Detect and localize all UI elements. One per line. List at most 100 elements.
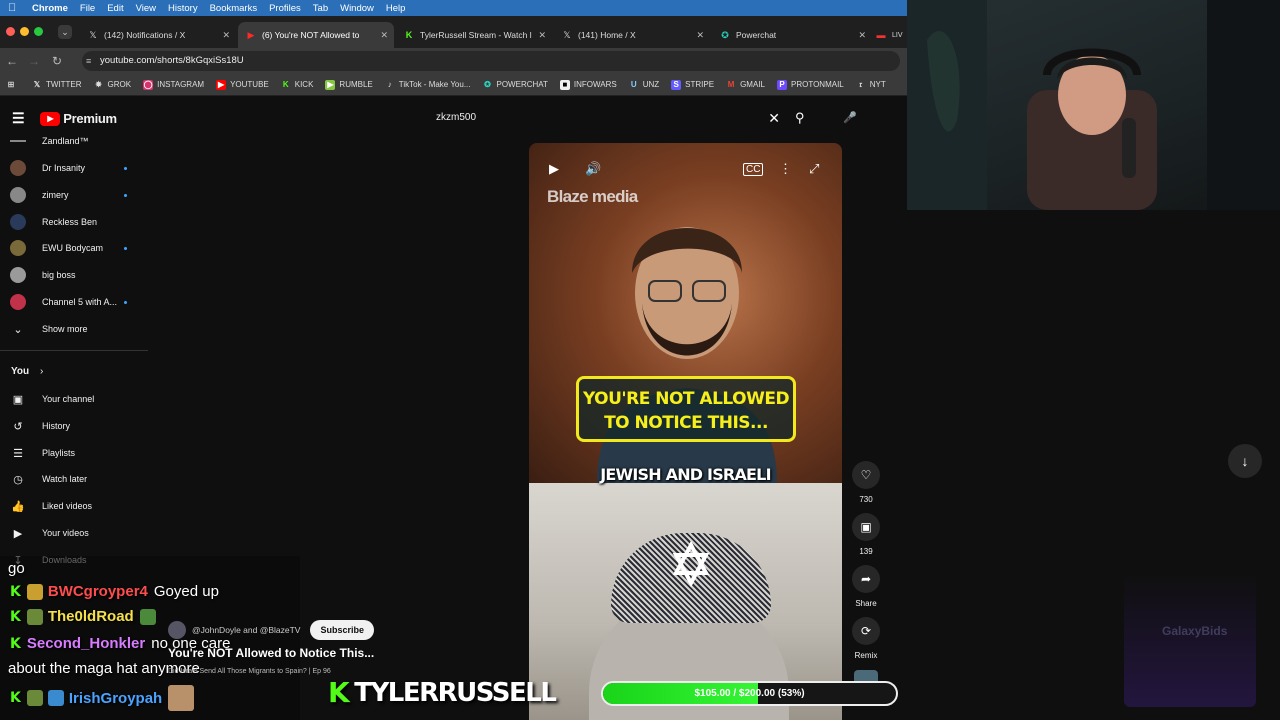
remix-button[interactable]: ⟳ <box>852 617 880 645</box>
bookmark-twitter[interactable]: 𝕏 TWITTER <box>32 80 82 90</box>
show-more-button[interactable]: ⌄ Show more <box>10 319 135 339</box>
sidebar-subscription-item[interactable]: EWU Bodycam <box>10 238 135 258</box>
sidebar-subscription-item[interactable]: Channel 5 with A... <box>10 292 135 312</box>
url-input[interactable]: ≡ youtube.com/shorts/8kGqxiSs18U <box>82 51 900 71</box>
tab-home-x[interactable]: 𝕏 (141) Home / X ✕ <box>554 22 710 48</box>
tab-strip: ⌄ 𝕏 (142) Notifications / X ✕ ▶ (6) You'… <box>0 16 907 48</box>
sponsor-watermark: GalaxyBids <box>1124 572 1256 707</box>
bookmark-stripe[interactable]: S STRIPE <box>671 79 714 90</box>
sidebar-item-your-videos[interactable]: ▶ Your videos <box>10 523 135 543</box>
clear-search-icon[interactable]: ✕ <box>768 106 780 130</box>
badge-icon <box>26 583 43 600</box>
reload-icon[interactable]: ↻ <box>52 54 62 68</box>
site-info-icon[interactable]: ≡ <box>86 51 91 71</box>
menu-app-name[interactable]: Chrome <box>32 3 68 14</box>
bookmark-protonmail[interactable]: P PROTONMAIL <box>776 79 844 90</box>
bookmark-unz[interactable]: U UNZ <box>629 80 659 90</box>
volume-icon[interactable]: 🔊 <box>585 161 601 177</box>
like-button[interactable]: ♡ <box>852 461 880 489</box>
menu-tab[interactable]: Tab <box>313 3 328 14</box>
sidebar-subscription-item[interactable]: Reckless Ben <box>10 212 135 232</box>
tab-close-icon[interactable]: ✕ <box>222 30 230 41</box>
tab-close-icon[interactable]: ✕ <box>858 30 866 41</box>
short-channel[interactable]: @JohnDoyle and @BlazeTV <box>192 625 300 635</box>
streamer-webcam <box>907 0 1280 210</box>
captions-icon[interactable]: CC <box>743 163 764 176</box>
sidebar-subscription-item[interactable]: Dr Insanity <box>10 158 135 178</box>
microphone-icon[interactable]: 🎤 <box>840 108 860 128</box>
bookmark-gmail[interactable]: M GMAIL <box>726 80 765 90</box>
apple-menu-icon[interactable]:  <box>8 2 22 14</box>
video-caption-box: YOU'RE NOT ALLOWED TO NOTICE THIS... <box>576 376 796 442</box>
bookmark-instagram[interactable]: ◯ INSTAGRAM <box>143 79 204 90</box>
shorts-player[interactable]: Blaze media ▶ 🔊 CC ⋮ ⤢ YOU'RE NOT ALLOWE… <box>529 143 842 720</box>
bookmark-kick[interactable]: K KICK <box>281 80 314 90</box>
next-short-arrow-down-icon[interactable]: ↓ <box>1228 444 1262 478</box>
sidebar-subscription-item[interactable]: Zandland™ <box>10 131 135 151</box>
sidebar-subscription-item[interactable]: zimery <box>10 185 135 205</box>
you-section-heading[interactable]: You › <box>11 366 43 377</box>
bookmark-youtube[interactable]: ▶ YOUTUBE <box>216 79 269 90</box>
menu-history[interactable]: History <box>168 3 198 14</box>
bookmark-rumble[interactable]: ▶ RUMBLE <box>325 79 373 90</box>
donation-goal-bar: $105.00 / $200.00 (53%) <box>601 681 898 706</box>
zoom-window-button[interactable] <box>34 27 43 36</box>
tab-search-icon[interactable]: ⌄ <box>58 25 72 39</box>
menu-window[interactable]: Window <box>340 3 374 14</box>
webcam-scene <box>907 0 1280 210</box>
sidebar-subscription-item[interactable]: big boss <box>10 265 135 285</box>
chat-message: K The0ldRoad <box>10 608 161 625</box>
subscribe-button[interactable]: Subscribe <box>310 620 374 640</box>
bookmark-powerchat[interactable]: ✪ POWERCHAT <box>483 80 548 90</box>
tab-youtube-short[interactable]: ▶ (6) You're NOT Allowed to ✕ <box>238 22 394 48</box>
menu-profiles[interactable]: Profiles <box>269 3 301 14</box>
youtube-logo[interactable]: ☰ ▶ Premium <box>12 110 117 127</box>
menu-view[interactable]: View <box>136 3 156 14</box>
menu-bookmarks[interactable]: Bookmarks <box>210 3 258 14</box>
forward-arrow-icon[interactable]: → <box>28 54 40 68</box>
tab-live[interactable]: ▬ LIV <box>872 22 907 48</box>
sidebar-item-liked-videos[interactable]: 👍 Liked videos <box>10 496 135 516</box>
minimize-window-button[interactable] <box>20 27 29 36</box>
kick-icon: K <box>10 635 21 652</box>
share-button[interactable]: ➦ <box>852 565 880 593</box>
menu-help[interactable]: Help <box>386 3 406 14</box>
thumb-up-icon: 👍 <box>11 500 25 513</box>
tab-close-icon[interactable]: ✕ <box>380 30 388 41</box>
tab-close-icon[interactable]: ✕ <box>696 30 704 41</box>
search-input[interactable]: zkzm500 ✕ <box>424 106 792 130</box>
tab-kick-stream[interactable]: K TylerRussell Stream - Watch l ✕ <box>396 22 552 48</box>
search-icon[interactable]: ⚲ <box>795 106 815 130</box>
back-arrow-icon[interactable]: ← <box>6 54 18 68</box>
blaze-media-watermark: Blaze media <box>547 187 638 206</box>
badge-icon <box>26 608 43 625</box>
close-window-button[interactable] <box>6 27 15 36</box>
channel-avatar[interactable] <box>168 621 186 639</box>
more-vert-icon[interactable]: ⋮ <box>779 161 792 177</box>
bookmark-grok[interactable]: ✸ GROK <box>94 80 131 90</box>
tab-notifications-x[interactable]: 𝕏 (142) Notifications / X ✕ <box>80 22 236 48</box>
tab-close-icon[interactable]: ✕ <box>538 30 546 41</box>
chat-message: K IrishGroypah <box>10 685 199 711</box>
hamburger-menu-icon[interactable]: ☰ <box>12 110 25 127</box>
bookmark-tiktok[interactable]: ♪ TikTok - Make You... <box>385 80 471 90</box>
fullscreen-icon[interactable]: ⤢ <box>809 161 819 177</box>
sidebar-item-history[interactable]: ↺ History <box>10 416 135 436</box>
comment-button[interactable]: ▣ <box>852 513 880 541</box>
sidebar-item-your-channel[interactable]: ▣ Your channel <box>10 389 135 409</box>
live-icon: ▬ <box>876 30 886 40</box>
nyt-icon: 𝔯 <box>859 79 863 89</box>
history-icon: ↺ <box>13 420 23 433</box>
apps-grid-icon[interactable]: ⊞ <box>6 80 20 90</box>
menu-file[interactable]: File <box>80 3 95 14</box>
related-video-link[interactable]: Did Israel Send All Those Migrants to Sp… <box>168 668 408 675</box>
tab-powerchat[interactable]: ✪ Powerchat ✕ <box>712 22 872 48</box>
youtube-icon: ▶ <box>247 29 255 40</box>
menu-edit[interactable]: Edit <box>107 3 123 14</box>
short-title[interactable]: You're NOT Allowed to Notice This... <box>168 646 408 660</box>
bookmark-nyt[interactable]: 𝔯 NYT <box>856 79 885 90</box>
bookmark-infowars[interactable]: ■ INFOWARS <box>559 79 617 90</box>
sidebar-item-playlists[interactable]: ☰ Playlists <box>10 443 135 463</box>
sidebar-item-watch-later[interactable]: ◷ Watch later <box>10 469 135 489</box>
play-icon[interactable]: ▶ <box>549 161 559 177</box>
